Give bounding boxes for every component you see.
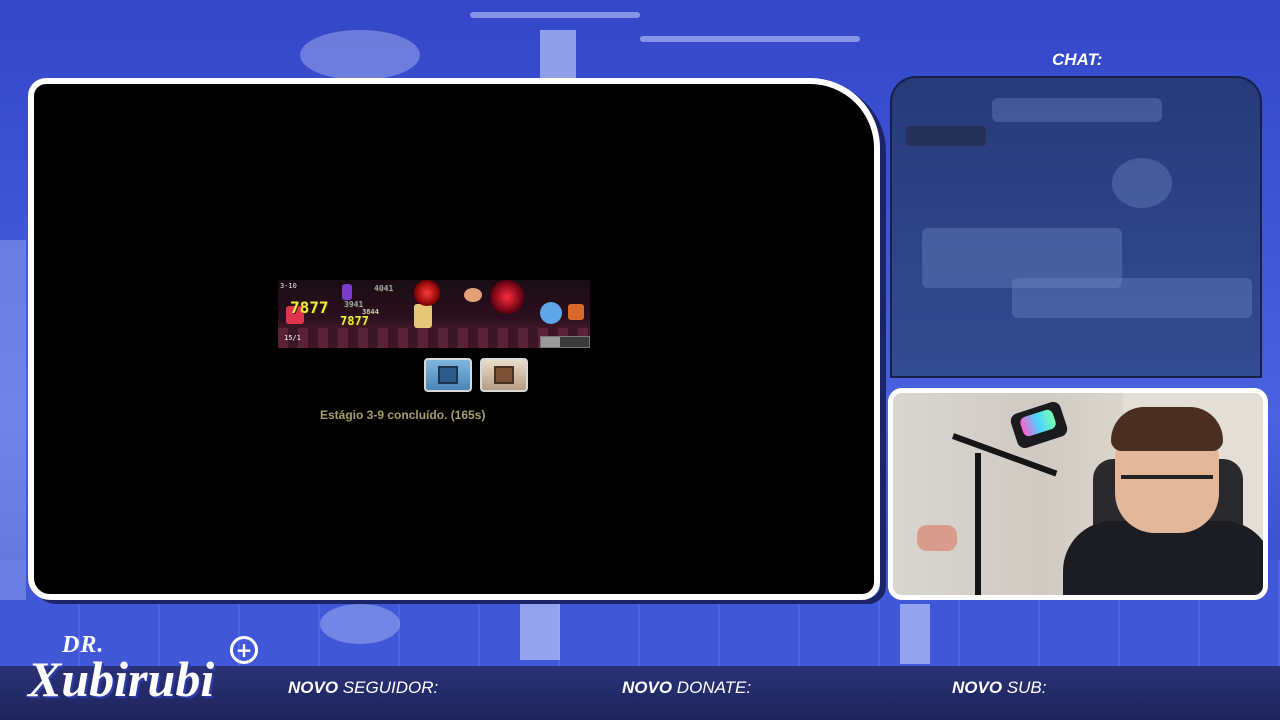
floor-prop <box>320 604 400 644</box>
logo-name: Xubirubi <box>28 651 215 707</box>
ceiling-lamp <box>300 30 420 80</box>
unit-count: 15/1 <box>284 334 301 342</box>
ticker-bold: NOVO <box>952 678 1003 697</box>
mage-sprite <box>342 284 352 300</box>
table-leg <box>520 600 560 660</box>
damage-number: 3941 <box>344 300 364 309</box>
ticker-rest: DONATE: <box>676 678 752 697</box>
medical-plus-icon: + <box>230 636 258 664</box>
chat-title: CHAT: <box>1052 50 1103 69</box>
ceiling-light <box>640 36 860 42</box>
ceiling-light <box>470 12 640 18</box>
ticker-rest: SEGUIDOR: <box>342 678 439 697</box>
channel-logo: DR. Xubirubi + <box>28 632 278 718</box>
chat-panel <box>890 76 1262 378</box>
chat-tint <box>892 78 1260 376</box>
ticker-bold: NOVO <box>288 678 339 697</box>
streamer-glasses <box>1121 475 1213 489</box>
damage-number: 3844 <box>362 308 379 316</box>
backpack-icon <box>438 366 458 384</box>
mic-stand <box>975 453 981 595</box>
damage-number: 4041 <box>374 284 394 293</box>
fire-effect <box>414 280 440 306</box>
new-follower-label: NOVO SEGUIDOR: <box>288 678 438 698</box>
damage-number: 7877 <box>340 314 369 328</box>
chest-icon <box>494 366 514 384</box>
stage-complete-message: Estágio 3-9 concluído. (165s) <box>320 408 486 422</box>
scene-hud: 3-10 <box>280 282 297 291</box>
wall-cabinet <box>0 240 26 600</box>
streamer-hand <box>917 525 957 551</box>
chest-button[interactable] <box>480 358 528 392</box>
hero-sprite <box>414 304 432 328</box>
streamer-hair <box>1111 407 1223 451</box>
ceiling-lamp-arm <box>540 30 576 80</box>
new-sub-label: NOVO SUB: <box>952 678 1046 698</box>
enemy-hp-bar <box>540 336 590 348</box>
webcam-feed <box>888 388 1268 600</box>
slime-sprite <box>540 302 562 324</box>
monster-sprite <box>464 288 482 302</box>
new-donate-label: NOVO DONATE: <box>622 678 751 698</box>
ticker-bold: NOVO <box>622 678 673 697</box>
table-leg <box>900 604 930 664</box>
battle-scene: 3-10 7877 7877 3941 3844 4041 15/1 <box>278 280 590 348</box>
damage-number: 7877 <box>290 298 329 317</box>
enemy-banner <box>568 304 584 320</box>
blast-effect <box>490 280 524 314</box>
ticker-rest: SUB: <box>1006 678 1047 697</box>
enemy-hp-fill <box>541 337 561 347</box>
backpack-button[interactable] <box>424 358 472 392</box>
stage-indicator: 3-10 <box>280 282 297 290</box>
game-capture-window: 3-10 7877 7877 3941 3844 4041 15/1 Estág… <box>28 78 880 600</box>
